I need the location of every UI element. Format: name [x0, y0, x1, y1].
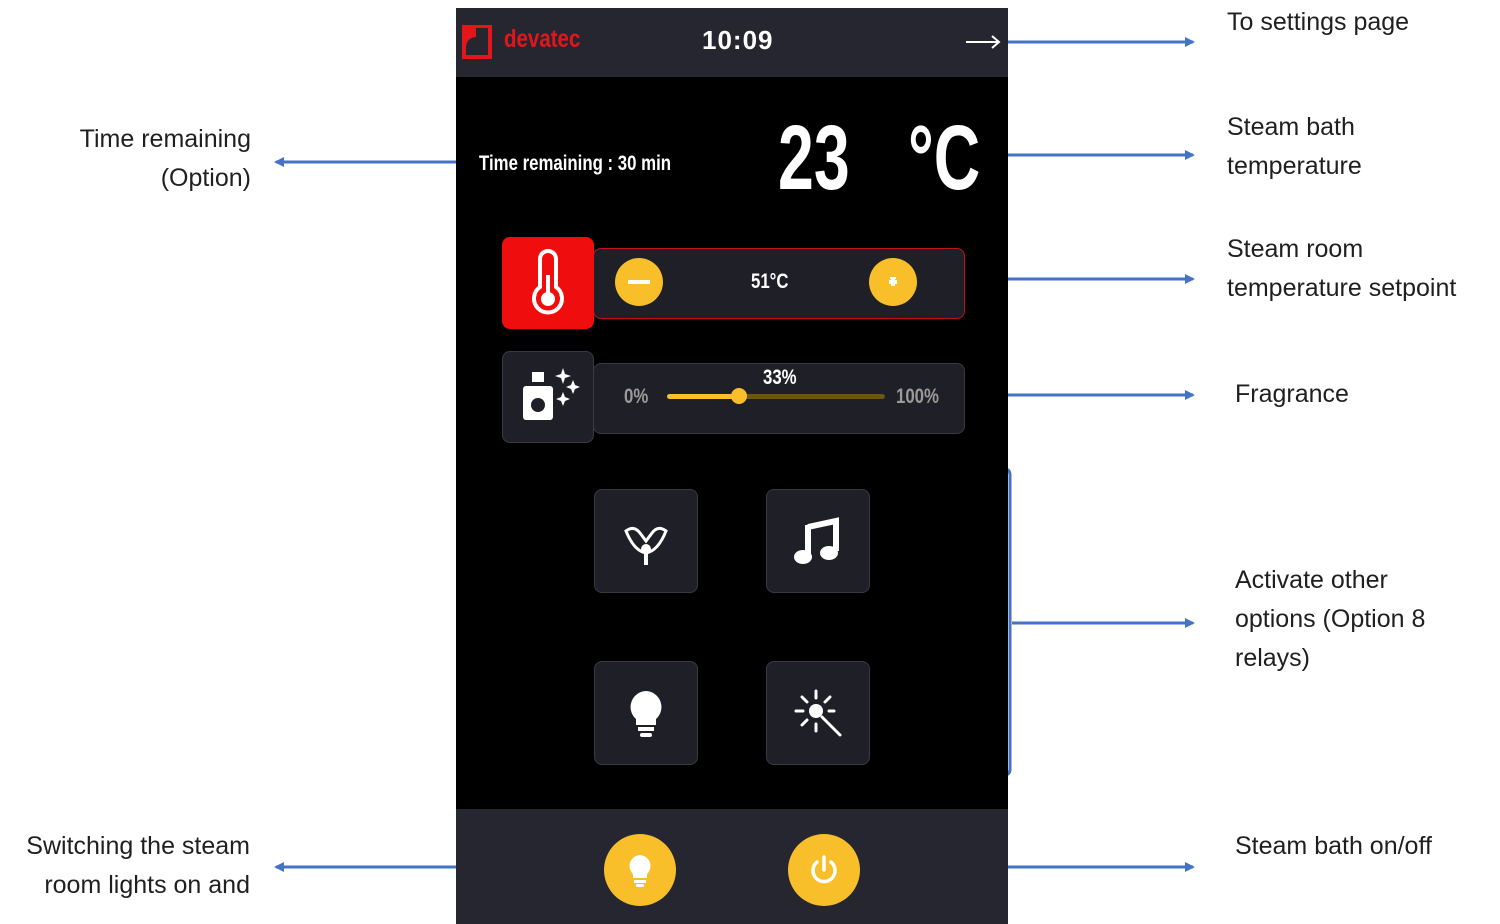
- fragrance-slider-thumb[interactable]: [730, 388, 747, 404]
- inhaler-option-button[interactable]: [594, 489, 698, 593]
- thermometer-icon: [532, 249, 564, 315]
- annotation-power: Steam bath on/off: [1235, 832, 1432, 860]
- inhaler-mask-icon: [624, 526, 668, 565]
- decrease-setpoint-button[interactable]: [615, 258, 663, 306]
- time-remaining-label: Time remaining : 30 min: [479, 152, 672, 175]
- fragrance-bottle-icon: [523, 368, 580, 420]
- music-note-icon: [794, 517, 839, 564]
- bath-temperature-unit: °C: [908, 107, 981, 209]
- plus-icon: [889, 277, 897, 286]
- setpoint-icon-box: [502, 237, 594, 329]
- minus-icon: [628, 280, 650, 284]
- fragrance-slider[interactable]: [667, 388, 885, 404]
- bottom-bar: [456, 809, 1008, 924]
- annotation-settings: To settings page: [1227, 8, 1410, 36]
- lightbulb-icon: [630, 691, 662, 737]
- annotation-lights: Switching the steam room lights on and: [26, 832, 250, 899]
- device-screen: devatec 10:09 Time remaining : 30 min 23…: [456, 8, 1008, 924]
- light-option-button[interactable]: [594, 661, 698, 765]
- annotation-options: Activate other options (Option 8 relays): [1235, 566, 1426, 672]
- room-lights-toggle[interactable]: [604, 834, 676, 906]
- fragrance-max-label: 100%: [896, 385, 939, 408]
- music-option-button[interactable]: [766, 489, 870, 593]
- annotation-time-remaining: Time remaining (Option): [79, 125, 251, 192]
- annotation-fragrance: Fragrance: [1235, 380, 1349, 408]
- power-toggle[interactable]: [788, 834, 860, 906]
- clock: 10:09: [702, 25, 774, 55]
- annotation-bath-temperature: Steam bath temperature: [1227, 113, 1362, 180]
- sun-wand-icon: [794, 689, 842, 737]
- power-icon: [811, 855, 837, 884]
- devatec-logo-icon: [462, 25, 492, 59]
- annotation-setpoint: Steam room temperature setpoint: [1227, 235, 1457, 302]
- brand-name: devatec: [504, 25, 581, 53]
- fragrance-slider-fill: [667, 394, 739, 399]
- fragrance-value: 33%: [763, 366, 797, 389]
- settings-arrow-icon[interactable]: [964, 32, 1002, 52]
- lightbulb-icon: [629, 855, 651, 887]
- sun-option-button[interactable]: [766, 661, 870, 765]
- fragrance-min-label: 0%: [624, 385, 649, 408]
- setpoint-value: 51°C: [751, 270, 789, 293]
- increase-setpoint-button[interactable]: [869, 258, 917, 306]
- bath-temperature-value: 23: [778, 107, 850, 209]
- fragrance-icon-box: [502, 351, 594, 443]
